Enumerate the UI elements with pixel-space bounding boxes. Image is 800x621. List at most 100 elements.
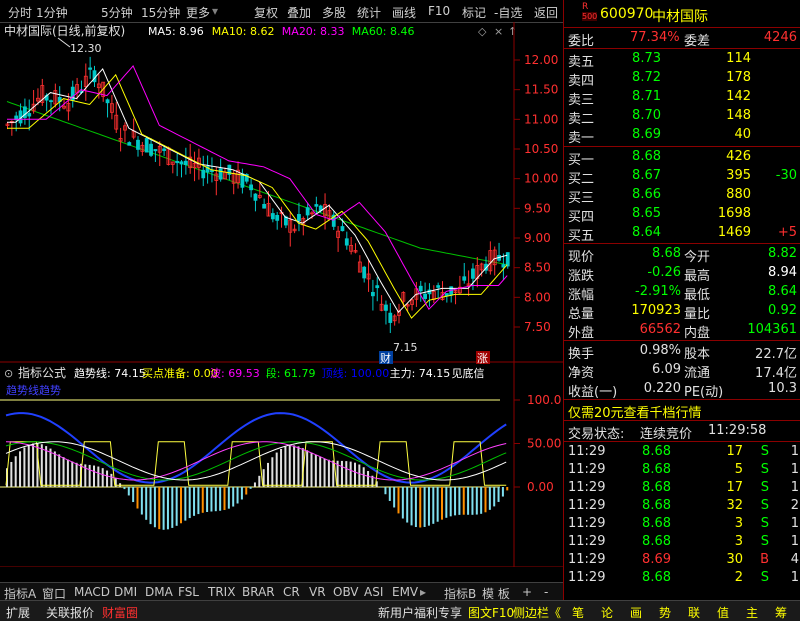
ask-label: 卖三	[568, 93, 595, 108]
indicator-lines	[5, 412, 507, 486]
status-related-quotes[interactable]: 关联报价	[46, 604, 94, 621]
indicator-value: 主力: 74.15	[390, 367, 451, 380]
side-tab-7[interactable]: 筹	[775, 604, 787, 621]
ask-price: 8.72	[632, 70, 661, 85]
ask-row: 卖四 8.72 178	[564, 69, 800, 89]
ask-row: 卖三 8.71 142	[564, 88, 800, 108]
bid-price: 8.68	[632, 149, 661, 164]
stat-value: -0.26	[647, 265, 681, 280]
chart-canvas[interactable]: 中材国际(日线,前复权) MA5: 8.96 MA10: 8.62 MA20: 8.…	[0, 22, 563, 583]
price-tick: 8.50	[524, 261, 551, 275]
toolbar-restore-rights[interactable]: 复权	[254, 4, 278, 21]
cross-icon[interactable]: ×	[494, 25, 503, 38]
indicator-name[interactable]: 指标公式	[18, 365, 66, 380]
promo-row[interactable]: 仅需20元查看千档行情	[564, 401, 800, 421]
ma-label: MA60: 8.46	[352, 25, 415, 38]
limit-up-marker-text[interactable]: 涨	[477, 352, 488, 365]
weibi-value: 77.34%	[630, 30, 680, 45]
tick-count: 4	[790, 552, 799, 567]
indicator-value: 顶线: 100.00	[322, 366, 390, 380]
tab-vr[interactable]: VR	[309, 585, 326, 599]
tick-volume: 17	[726, 480, 743, 495]
stat-label: 量比	[684, 307, 711, 322]
tab-dmi[interactable]: DMI	[114, 585, 137, 599]
stat-label: 最高	[684, 269, 711, 284]
tab-cr[interactable]: CR	[283, 585, 300, 599]
ma60-line	[6, 101, 508, 266]
bid-volume: 426	[726, 149, 751, 164]
side-tab-1[interactable]: 论	[601, 604, 613, 621]
ma-labels: MA5: 8.96 MA10: 8.62 MA20: 8.33 MA60: 8.46	[148, 25, 415, 38]
status-wealth-circle[interactable]: 财富圈	[102, 604, 138, 621]
ask-volume: 142	[726, 89, 751, 104]
stat-row: 现价 8.68 今开 8.82	[564, 245, 800, 265]
toolbar-statistics[interactable]: 统计	[357, 4, 381, 21]
up-arrow-icon[interactable]: ↑	[508, 25, 517, 38]
toolbar-5min[interactable]: 5分钟	[101, 4, 133, 21]
toolbar-15min[interactable]: 15分钟	[141, 4, 180, 21]
kline-chart-area[interactable]: 中材国际(日线,前复权) MA5: 8.96 MA10: 8.62 MA20: 8.…	[0, 22, 563, 583]
side-tab-0[interactable]: 笔	[572, 604, 584, 621]
toolbar-draw-line[interactable]: 画线	[392, 4, 416, 21]
indicator-collapse-icon[interactable]: ⊙	[4, 367, 13, 380]
toolbar-1min[interactable]: 1分钟	[36, 4, 68, 21]
tick-price: 8.68	[642, 534, 671, 549]
stat-label: 总量	[568, 307, 595, 322]
bid-price: 8.66	[632, 187, 661, 202]
tab-asi[interactable]: ASI	[364, 585, 383, 599]
ask-label: 卖五	[568, 55, 595, 70]
promo-link[interactable]: 仅需20元查看千档行情	[568, 402, 702, 421]
tick-side: S	[760, 534, 769, 549]
toolbar-watchlist[interactable]: -自选	[494, 4, 522, 21]
stat-value: 8.94	[768, 265, 797, 280]
side-tab-2[interactable]: 画	[630, 604, 642, 621]
status-expand[interactable]: 扩展	[6, 604, 30, 621]
toolbar-back[interactable]: 返回	[534, 4, 558, 21]
tab-fsl[interactable]: FSL	[178, 585, 199, 599]
toolbar-intraday[interactable]: 分时	[8, 4, 32, 21]
tab-dma[interactable]: DMA	[145, 585, 173, 599]
tab-obv[interactable]: OBV	[333, 585, 359, 599]
tick-row: 11:29 8.68 2 S 1	[564, 569, 800, 588]
status-new-user-promo[interactable]: 新用户福利专享	[378, 604, 462, 621]
finance-marker-text[interactable]: 财	[380, 351, 391, 365]
tick-row: 11:29 8.69 30 B 4	[564, 551, 800, 570]
bid-label: 买三	[568, 191, 595, 206]
tab-trix[interactable]: TRIX	[208, 585, 235, 599]
tab-remove[interactable]: -	[544, 585, 548, 599]
side-tab-6[interactable]: 主	[746, 604, 758, 621]
tab-scroll-right-icon[interactable]: ▸	[420, 585, 426, 599]
toolbar-mark[interactable]: 标记	[462, 4, 486, 21]
stock-code[interactable]: 600970	[600, 6, 653, 22]
stat-row: 收益(一) 0.220 PE(动) 10.3	[564, 380, 800, 400]
side-tab-4[interactable]: 联	[688, 604, 700, 621]
diamond-icon[interactable]: ◇	[478, 25, 487, 38]
status-sidebar[interactable]: 侧边栏《	[513, 604, 561, 621]
ask-price: 8.71	[632, 89, 661, 104]
tab-macd[interactable]: MACD	[74, 585, 110, 599]
tab-emv[interactable]: EMV	[392, 585, 418, 599]
indicator-tick: 0.00	[527, 480, 554, 494]
toolbar-f10[interactable]: F10	[428, 4, 450, 18]
price-tick: 7.50	[524, 320, 551, 334]
toolbar-more[interactable]: 更多	[186, 4, 210, 21]
toolbar-overlay[interactable]: 叠加	[287, 4, 311, 21]
status-f10-graphic[interactable]: 图文F10	[468, 604, 514, 621]
ask-label: 卖一	[568, 131, 595, 146]
tab-brar[interactable]: BRAR	[242, 585, 275, 599]
side-tab-5[interactable]: 值	[717, 604, 729, 621]
bid-volume: 395	[726, 168, 751, 183]
chevron-down-icon[interactable]: ▾	[212, 4, 218, 18]
tick-time: 11:29	[568, 534, 606, 549]
tick-side: S	[760, 516, 769, 531]
price-tick: 11.50	[524, 83, 558, 97]
price-tick: 9.00	[524, 231, 551, 245]
stat-value: 170923	[631, 303, 681, 318]
stock-name[interactable]: 中材国际	[652, 6, 708, 26]
tick-price: 8.68	[642, 570, 671, 585]
high-price-pointer	[57, 37, 71, 48]
tab-add[interactable]: +	[522, 585, 532, 599]
bid-label: 买四	[568, 210, 595, 225]
toolbar-multi-stock[interactable]: 多股	[322, 4, 346, 21]
side-tab-3[interactable]: 势	[659, 604, 671, 621]
